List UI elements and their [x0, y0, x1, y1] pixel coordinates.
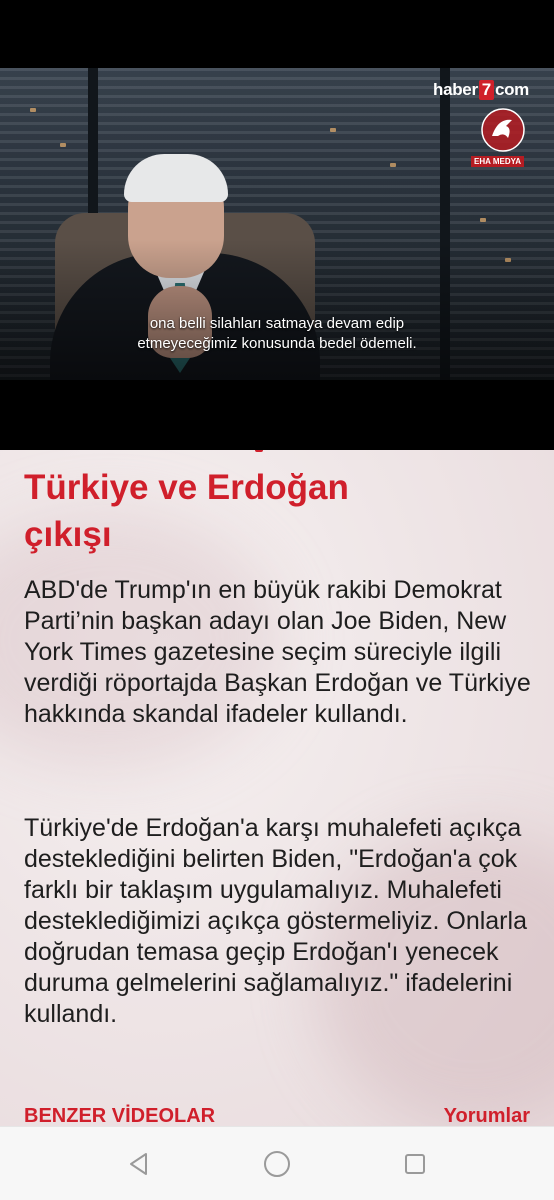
- triangle-back-icon: [130, 1153, 147, 1175]
- circle-home-icon: [264, 1151, 290, 1177]
- headline-line-1: Türkiye ve Erdoğan: [24, 468, 349, 507]
- subtitle-line-2: etmeyeceğimiz konusunda bedel ödemeli.: [137, 335, 417, 352]
- related-videos-link[interactable]: BENZER VİDEOLAR: [24, 1105, 215, 1128]
- square-recents-icon: [405, 1154, 425, 1174]
- logo-text-left: haber: [432, 80, 478, 99]
- logo-text-seven: 7: [478, 80, 494, 100]
- recents-button[interactable]: [398, 1147, 432, 1181]
- system-navigation-bar: [0, 1126, 554, 1200]
- subtitle-line-1: ona belli silahları satmaya devam edip: [149, 315, 405, 332]
- haber7-logo: haber 7 com: [426, 80, 536, 100]
- clipped-headline-fragment: [255, 450, 263, 452]
- article-paragraph-2: Türkiye'de Erdoğan'a karşı muhalefeti aç…: [24, 814, 527, 1028]
- headline-line-2: çıkışı: [24, 515, 112, 554]
- article-paragraph-1: ABD'de Trump'ın en büyük rakibi Demokrat…: [24, 576, 531, 728]
- video-player[interactable]: haber 7 com EHA MEDYA ona belli silahları …: [0, 68, 554, 380]
- home-button[interactable]: [260, 1147, 294, 1181]
- top-black-bar: [0, 0, 554, 68]
- video-bottom-band: [0, 380, 554, 450]
- eha-medya-caption: EHA MEDYA: [471, 156, 524, 167]
- back-button[interactable]: [122, 1147, 156, 1181]
- logo-text-right: com: [494, 80, 529, 99]
- comments-link[interactable]: Yorumlar: [444, 1105, 530, 1128]
- article-body: Türkiye ve Erdoğan çıkışı ABD'de Trump'ı…: [0, 450, 554, 1126]
- video-subtitle: ona belli silahları satmaya devam edip e…: [0, 314, 554, 354]
- article-headline: Türkiye ve Erdoğan çıkışı: [24, 464, 524, 558]
